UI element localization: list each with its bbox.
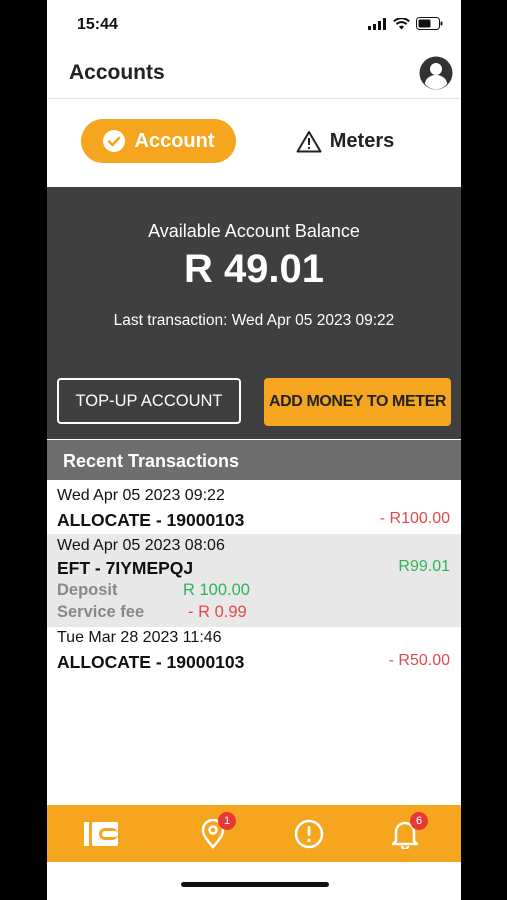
nav-location[interactable]: 1 — [196, 812, 236, 851]
tab-meters-label: Meters — [329, 129, 395, 152]
bottom-nav: 1 6 — [47, 805, 461, 862]
nav-wallet[interactable] — [84, 817, 118, 851]
transaction-amount: R99.01 — [398, 558, 450, 575]
home-indicator-area — [47, 862, 461, 900]
status-bar: 15:44 — [47, 0, 461, 48]
service-fee-label: Service fee — [57, 603, 145, 621]
warning-triangle-icon — [296, 130, 322, 152]
nav-alert[interactable] — [292, 817, 326, 851]
phone-screen: 15:44 Accounts Account Meters Available … — [47, 0, 461, 900]
home-indicator[interactable] — [181, 882, 329, 887]
wifi-icon — [393, 17, 410, 29]
alert-icon — [294, 819, 324, 849]
add-money-to-meter-button[interactable]: ADD MONEY TO METER — [264, 378, 451, 426]
transaction-title: ALLOCATE - 19000103 — [57, 652, 245, 672]
status-time: 15:44 — [77, 16, 118, 33]
wallet-icon — [84, 822, 118, 846]
transaction-row[interactable]: Wed Apr 05 2023 09:22 ALLOCATE - 1900010… — [47, 480, 461, 534]
tab-account-label: Account — [134, 129, 215, 152]
notifications-badge: 6 — [410, 812, 428, 830]
transaction-amount: - R100.00 — [379, 510, 450, 527]
deposit-value: R 100.00 — [183, 581, 250, 599]
status-icons — [368, 17, 443, 30]
battery-icon — [416, 17, 443, 30]
last-transaction-text: Last transaction: Wed Apr 05 2023 09:22 — [113, 312, 395, 329]
profile-avatar-icon[interactable] — [419, 56, 453, 90]
transaction-row[interactable]: Tue Mar 28 2023 11:46 ALLOCATE - 1900010… — [47, 627, 461, 679]
deposit-label: Deposit — [57, 581, 118, 599]
page-title: Accounts — [69, 61, 165, 84]
account-meter-tabs: Account Meters — [47, 99, 461, 187]
balance-panel: Available Account Balance R 49.01 Last t… — [47, 187, 461, 439]
balance-label: Available Account Balance — [148, 221, 360, 241]
balance-value: R 49.01 — [183, 247, 325, 291]
tab-meters[interactable]: Meters — [285, 119, 405, 163]
tab-account[interactable]: Account — [81, 119, 236, 163]
recent-transactions-header: Recent Transactions — [47, 440, 461, 480]
app-header: Accounts — [47, 48, 461, 99]
transaction-date: Wed Apr 05 2023 09:22 — [57, 487, 225, 504]
transaction-date: Wed Apr 05 2023 08:06 — [57, 537, 225, 554]
nav-notifications[interactable]: 6 — [388, 812, 428, 851]
transaction-title: EFT - 7IYMEPQJ — [57, 558, 194, 578]
location-badge: 1 — [218, 812, 236, 830]
topup-account-button[interactable]: TOP-UP ACCOUNT — [57, 378, 241, 424]
transaction-title: ALLOCATE - 19000103 — [57, 510, 245, 530]
transaction-row[interactable]: Wed Apr 05 2023 08:06 EFT - 7IYMEPQJ R99… — [47, 534, 461, 627]
transaction-date: Tue Mar 28 2023 11:46 — [57, 629, 222, 646]
check-circle-icon — [102, 130, 125, 152]
service-fee-value: - R 0.99 — [188, 603, 247, 621]
transaction-amount: - R50.00 — [388, 652, 450, 669]
signal-icon — [368, 17, 386, 30]
